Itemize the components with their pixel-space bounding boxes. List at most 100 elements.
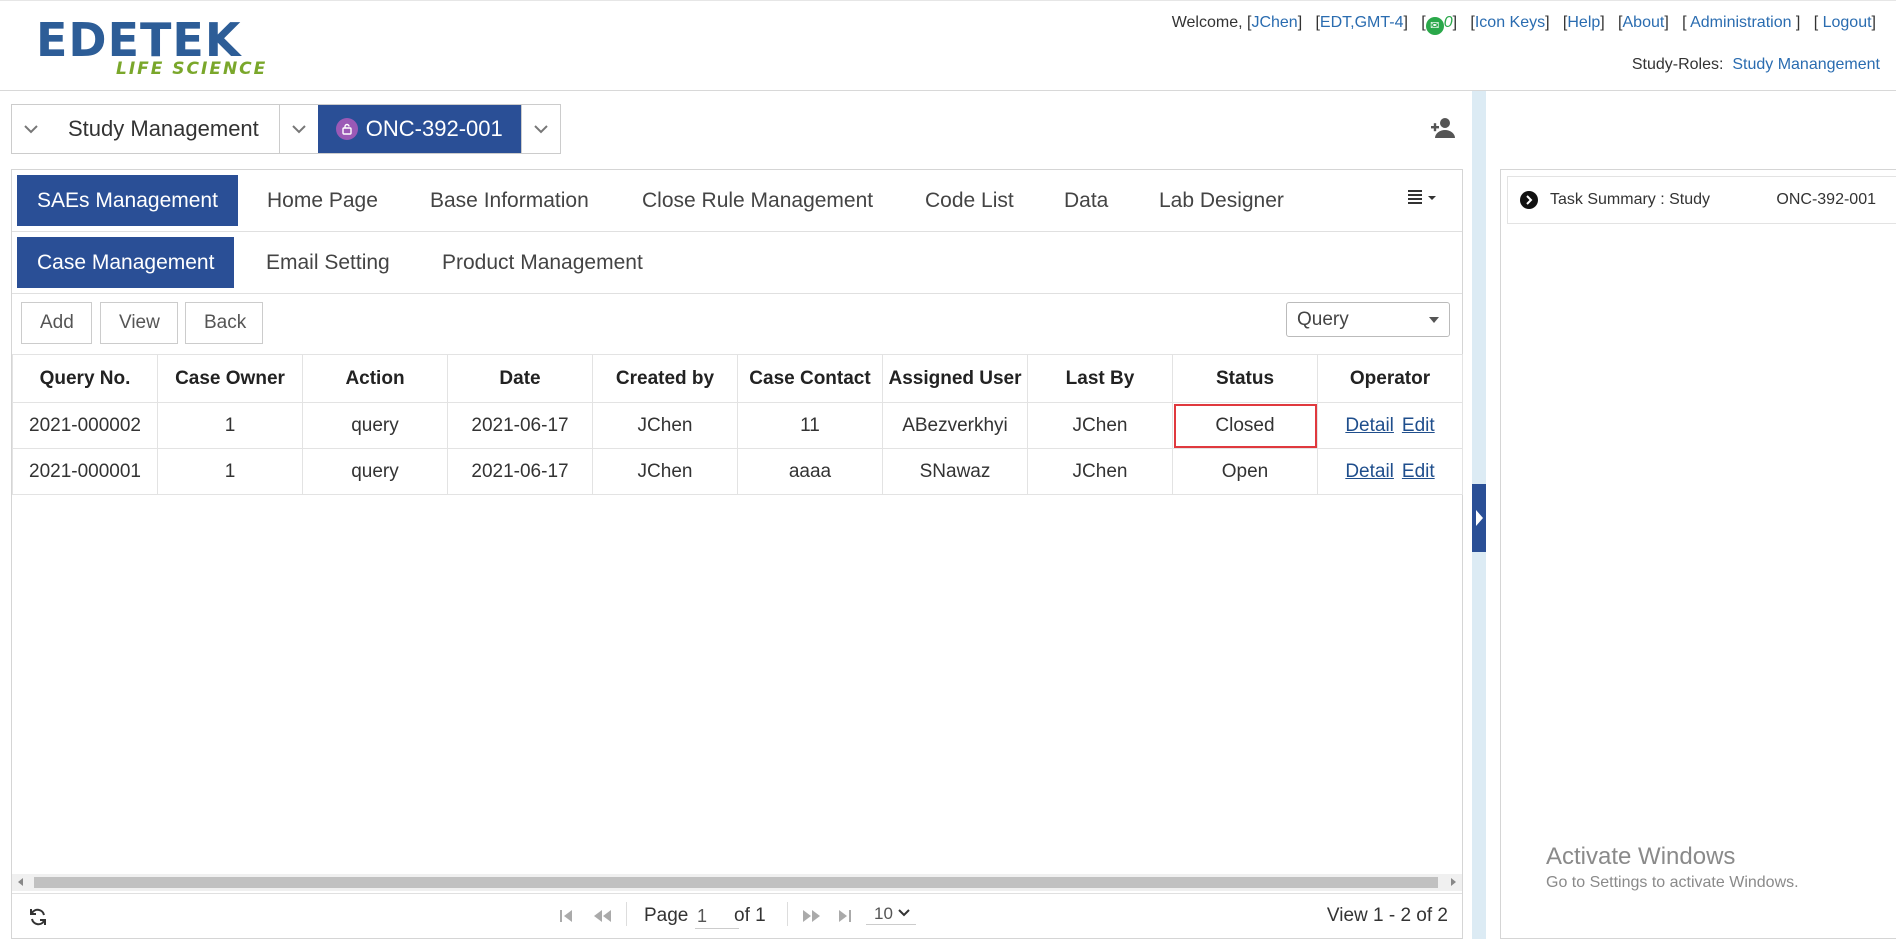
logo-sub-text: LIFE SCIENCE <box>116 59 268 79</box>
page-size-value: 10 <box>874 904 893 923</box>
edit-link[interactable]: Edit <box>1402 461 1435 482</box>
cell-action: query <box>302 448 448 495</box>
help-link[interactable]: Help <box>1567 14 1600 31</box>
chevron-down-icon <box>897 909 910 917</box>
detail-link[interactable]: Detail <box>1345 415 1394 436</box>
column-header[interactable]: Case Owner <box>157 354 303 403</box>
tab-data[interactable]: Data <box>1044 175 1128 226</box>
user-link[interactable]: JChen <box>1251 14 1297 31</box>
top-links: Welcome, [JChen] [EDT,GMT-4] [✉ 0] [Icon … <box>1172 13 1876 35</box>
cell-status: Open <box>1172 448 1318 495</box>
cell-date: 2021-06-17 <box>447 448 593 495</box>
chevron-right-circle-icon[interactable] <box>1520 191 1538 209</box>
horizontal-scrollbar[interactable] <box>12 874 1462 891</box>
logo-main-text: EDETEK <box>36 13 242 67</box>
records-summary: View 1 - 2 of 2 <box>1326 905 1448 926</box>
task-summary-label: Task Summary : Study <box>1550 191 1711 208</box>
edit-link[interactable]: Edit <box>1402 415 1435 436</box>
column-header[interactable]: Operator <box>1317 354 1463 403</box>
watermark-subtitle: Go to Settings to activate Windows. <box>1546 874 1799 891</box>
first-page-icon[interactable] <box>559 908 573 930</box>
table-row[interactable]: 2021-000001 1 query 2021-06-17 JChen aaa… <box>12 448 1463 495</box>
menu-list-icon[interactable] <box>1408 188 1442 211</box>
tab-product-management[interactable]: Product Management <box>422 237 663 288</box>
about-link[interactable]: About <box>1623 14 1665 31</box>
column-header[interactable]: Date <box>447 354 593 403</box>
mail-count[interactable]: 0 <box>1444 14 1453 31</box>
task-summary-study: ONC-392-001 <box>1776 191 1876 208</box>
logout-link[interactable]: Logout <box>1823 14 1872 31</box>
cell-last-by: JChen <box>1027 448 1173 495</box>
page-number-input[interactable] <box>695 904 739 929</box>
chevron-down-icon[interactable] <box>280 105 318 153</box>
column-header[interactable]: Case Contact <box>737 354 883 403</box>
page-label: Page <box>644 905 689 926</box>
tab-case-management[interactable]: Case Management <box>17 237 235 288</box>
add-button[interactable]: Add <box>21 302 92 344</box>
timezone-link[interactable]: EDT,GMT-4 <box>1320 14 1404 31</box>
main-panel: SAEs Management Home Page Base Informati… <box>11 169 1463 939</box>
collapse-panel-toggle[interactable] <box>1472 484 1486 552</box>
table-row[interactable]: 2021-000002 1 query 2021-06-17 JChen 11 … <box>12 402 1463 449</box>
page-size-select[interactable]: 10 <box>866 904 916 925</box>
mail-icon[interactable]: ✉ <box>1425 17 1444 35</box>
right-panel: Task Summary : Study ONC-392-001 <box>1500 169 1896 939</box>
tab-saes-management[interactable]: SAEs Management <box>17 175 238 226</box>
tab-close-rule-management[interactable]: Close Rule Management <box>622 175 893 226</box>
view-button[interactable]: View <box>100 302 178 344</box>
page-of-label: of 1 <box>734 905 766 926</box>
tab-base-information[interactable]: Base Information <box>410 175 609 226</box>
trial-dropdown[interactable]: ONC-392-001 <box>317 105 521 153</box>
pager-divider <box>626 902 627 926</box>
column-header[interactable]: Created by <box>592 354 738 403</box>
scroll-right-icon[interactable] <box>1451 878 1456 886</box>
study-selector: Study Management ONC-392-001 <box>11 104 561 154</box>
cell-operator: Detail Edit <box>1317 402 1463 449</box>
study-roles-label: Study-Roles: <box>1631 56 1724 73</box>
column-header[interactable]: Query No. <box>12 354 158 403</box>
table-header-row: Query No. Case Owner Action Date Created… <box>12 354 1463 403</box>
back-button[interactable]: Back <box>185 302 263 344</box>
cell-query-no: 2021-000002 <box>12 402 158 449</box>
column-header[interactable]: Status <box>1172 354 1318 403</box>
tab-row-primary: SAEs Management Home Page Base Informati… <box>12 170 1462 232</box>
cell-assigned-user: SNawaz <box>882 448 1028 495</box>
next-page-icon[interactable] <box>802 908 822 930</box>
study-roles-value[interactable]: Study Manangement <box>1732 56 1880 73</box>
cell-case-owner: 1 <box>157 448 303 495</box>
unlock-icon <box>335 118 358 140</box>
cell-status[interactable]: Closed <box>1172 402 1318 449</box>
chevron-down-icon[interactable] <box>12 105 50 153</box>
welcome-text: Welcome, [ <box>1171 14 1252 31</box>
chevron-down-icon[interactable] <box>520 105 560 153</box>
tab-code-list[interactable]: Code List <box>905 175 1034 226</box>
scrollbar-thumb[interactable] <box>34 877 1438 888</box>
add-user-icon[interactable] <box>1430 117 1456 139</box>
last-page-icon[interactable] <box>838 908 852 930</box>
column-header[interactable]: Last By <box>1027 354 1173 403</box>
cell-case-contact: 11 <box>737 402 883 449</box>
tab-email-setting[interactable]: Email Setting <box>246 237 410 288</box>
previous-page-icon[interactable] <box>592 908 612 930</box>
column-header[interactable]: Action <box>302 354 448 403</box>
filter-select[interactable]: Query <box>1286 302 1450 337</box>
caret-right-icon <box>1476 510 1483 526</box>
top-header: EDETEK LIFE SCIENCE Welcome, [JChen] [ED… <box>0 0 1896 91</box>
study-roles: Study-Roles: Study Manangement <box>1632 55 1880 75</box>
scroll-left-icon[interactable] <box>18 878 23 886</box>
caret-down-icon <box>1429 317 1439 323</box>
cell-case-owner: 1 <box>157 402 303 449</box>
refresh-icon[interactable] <box>28 907 48 933</box>
study-dropdown[interactable]: Study Management <box>50 105 280 153</box>
administration-link[interactable]: Administration <box>1690 14 1791 31</box>
column-header[interactable]: Assigned User <box>882 354 1028 403</box>
tab-home-page[interactable]: Home Page <box>247 175 398 226</box>
activate-windows-watermark: Activate Windows Go to Settings to activ… <box>1546 842 1799 894</box>
task-summary-header[interactable]: Task Summary : Study ONC-392-001 <box>1507 176 1896 224</box>
cell-assigned-user: ABezverkhyi <box>882 402 1028 449</box>
detail-link[interactable]: Detail <box>1345 461 1394 482</box>
tab-lab-designer[interactable]: Lab Designer <box>1139 175 1304 226</box>
cell-created-by: JChen <box>592 402 738 449</box>
icon-keys-link[interactable]: Icon Keys <box>1475 14 1545 31</box>
filter-select-value: Query <box>1297 309 1349 330</box>
